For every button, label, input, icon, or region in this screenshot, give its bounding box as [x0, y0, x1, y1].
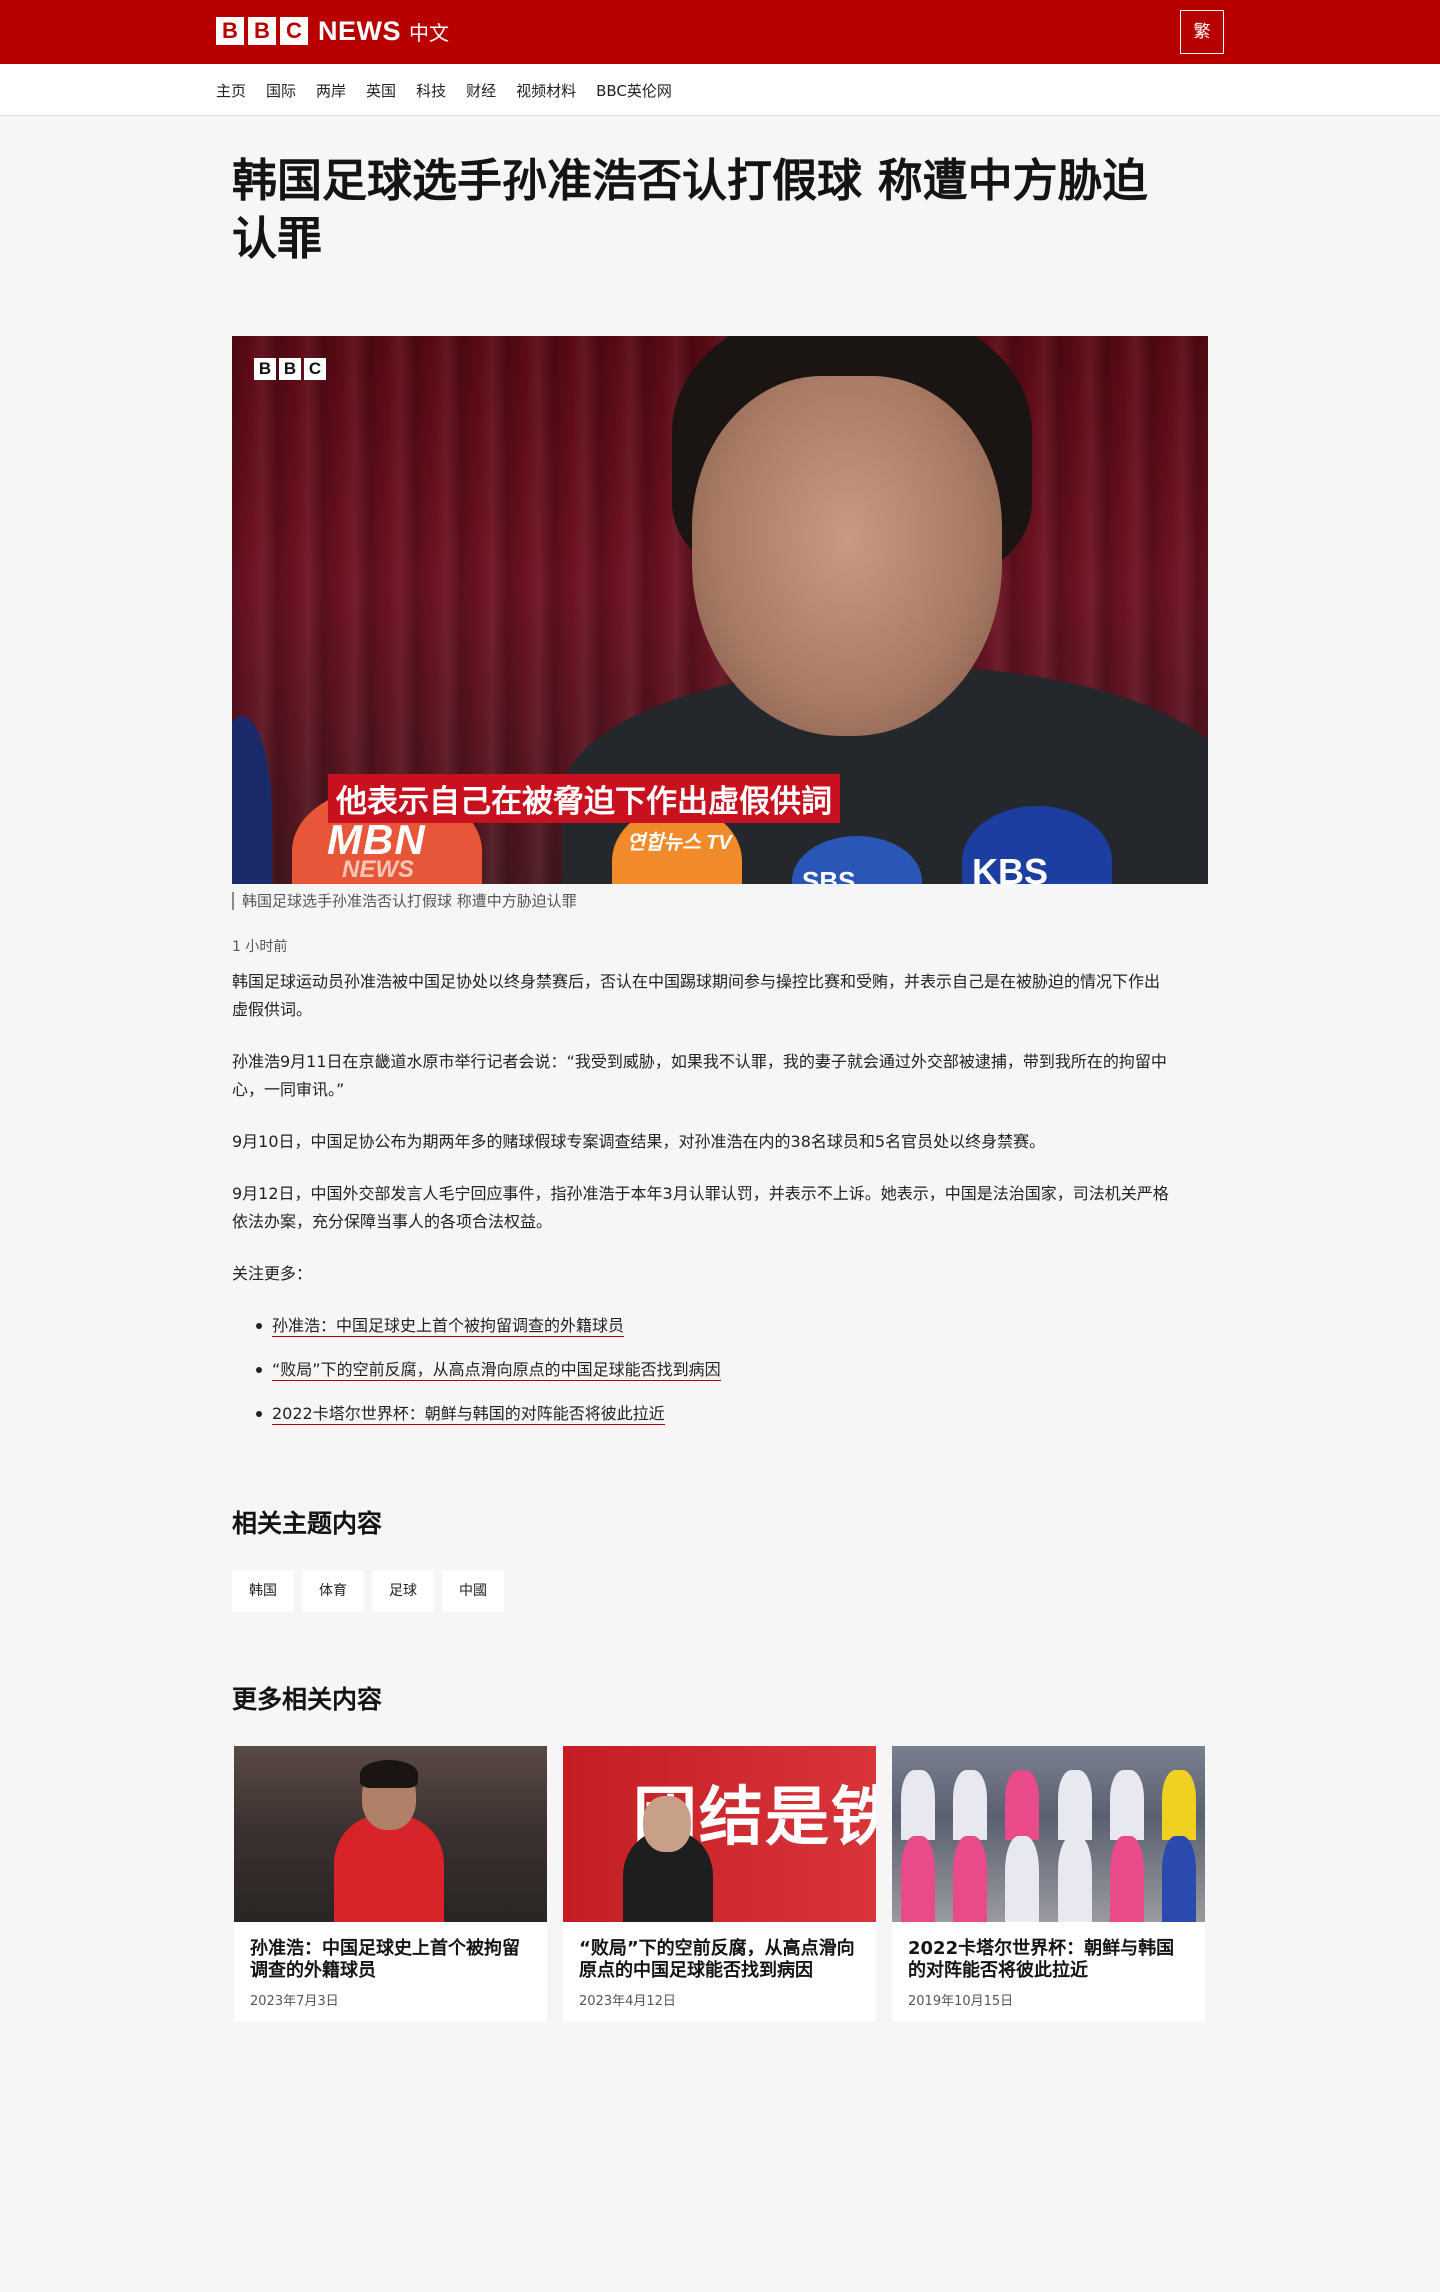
hero-video-still[interactable]: MBN NEWS 연합뉴스 TV SBS KBS B B C 他表示自己在被脅迫…	[232, 336, 1208, 884]
card-thumbnail: 团结是铁	[563, 1746, 876, 1922]
nav-item-cross-strait[interactable]: 两岸	[316, 80, 346, 101]
related-cards: 孙准浩：中国足球史上首个被拘留调查的外籍球员 2023年7月3日 团结是铁 “败…	[234, 1746, 1221, 2022]
follow-more-list: 孙准浩：中国足球史上首个被拘留调查的外籍球员 “败局”下的空前反腐，从高点滑向原…	[256, 1310, 1156, 1442]
section-navigation: 主页 国际 两岸 英国 科技 财经 视频材料 BBC英伦网	[0, 64, 1440, 116]
related-article-link[interactable]: “败局”下的空前反腐，从高点滑向原点的中国足球能否找到病因	[272, 1360, 721, 1381]
player-figure	[1109, 1836, 1144, 1922]
related-card[interactable]: 2022卡塔尔世界杯：朝鲜与韩国的对阵能否将彼此拉近 2019年10月15日	[892, 1746, 1205, 2022]
card-thumbnail	[892, 1746, 1205, 1922]
logo-news-text: NEWS	[318, 15, 401, 46]
article-timestamp: 1 小时前	[232, 939, 288, 955]
related-card[interactable]: 孙准浩：中国足球史上首个被拘留调查的外籍球员 2023年7月3日	[234, 1746, 547, 2022]
article-headline: 韩国足球选手孙准浩否认打假球 称遭中方胁迫认罪	[232, 154, 1148, 265]
article-paragraph: 9月12日，中国外交部发言人毛宁回应事件，指孙准浩于本年3月认罪认罚，并表示不上…	[232, 1184, 1169, 1231]
player-figure	[1005, 1770, 1040, 1840]
player-figure	[1057, 1770, 1092, 1840]
related-article-link[interactable]: 2022卡塔尔世界杯：朝鲜与韩国的对阵能否将彼此拉近	[272, 1404, 665, 1425]
card-title[interactable]: 2022卡塔尔世界杯：朝鲜与韩国的对阵能否将彼此拉近	[908, 1938, 1192, 1982]
logo-letter: B	[216, 17, 244, 45]
player-figure	[1161, 1770, 1196, 1840]
topic-tag-china[interactable]: 中國	[442, 1570, 504, 1612]
coach-head	[643, 1796, 691, 1852]
image-caption: 韩国足球选手孙准浩否认打假球 称遭中方胁迫认罪	[232, 892, 577, 910]
article-paragraph: 孙准浩9月11日在京畿道水原市举行记者会说：“我受到威胁，如果我不认罪，我的妻子…	[232, 1052, 1167, 1099]
player-figure	[1005, 1836, 1040, 1922]
nav-item-video[interactable]: 视频材料	[516, 80, 576, 101]
nav-list: 主页 国际 两岸 英国 科技 财经 视频材料 BBC英伦网	[216, 64, 692, 116]
player-jersey	[334, 1816, 444, 1922]
player-figure	[1109, 1770, 1144, 1840]
watermark-letter: B	[279, 358, 301, 380]
topic-tag-football[interactable]: 足球	[372, 1570, 434, 1612]
mic-label-kbs: KBS	[972, 851, 1049, 884]
video-subtitle-overlay: 他表示自己在被脅迫下作出虛假供詞	[328, 774, 840, 823]
list-item: “败局”下的空前反腐，从高点滑向原点的中国足球能否找到病因	[256, 1354, 1156, 1398]
card-date: 2023年4月12日	[579, 1994, 676, 2009]
card-thumbnail	[234, 1746, 547, 1922]
nav-item-business[interactable]: 财经	[466, 80, 496, 101]
player-figure	[901, 1770, 936, 1840]
watermark-letter: B	[254, 358, 276, 380]
mic-label-mbn-sub: NEWS	[342, 856, 414, 883]
person-face	[692, 376, 1002, 736]
traditional-chinese-toggle-button[interactable]: 繁	[1180, 10, 1224, 54]
bbc-watermark: B B C	[254, 358, 329, 380]
nav-item-technology[interactable]: 科技	[416, 80, 446, 101]
article-paragraph: 韩国足球运动员孙准浩被中国足协处以终身禁赛后，否认在中国踢球期间参与操控比赛和受…	[232, 972, 1161, 1019]
mic-label-sbs: SBS	[802, 866, 856, 884]
topic-tags: 韩国 体育 足球 中國	[232, 1570, 512, 1612]
team-front-row	[892, 1836, 1205, 1922]
player-figure	[1057, 1836, 1092, 1922]
player-figure	[953, 1770, 988, 1840]
watermark-letter: C	[304, 358, 326, 380]
bbc-news-chinese-logo[interactable]: B B C NEWS 中文	[216, 16, 449, 46]
mic-label-yonhap: 연합뉴스 TV	[627, 832, 732, 854]
topic-tag-sports[interactable]: 体育	[302, 1570, 364, 1612]
player-hair	[360, 1760, 418, 1788]
related-article-link[interactable]: 孙准浩：中国足球史上首个被拘留调查的外籍球员	[272, 1316, 625, 1337]
topic-tag-korea[interactable]: 韩国	[232, 1570, 294, 1612]
player-figure	[953, 1836, 988, 1922]
player-figure	[901, 1836, 936, 1922]
article-paragraph: 9月10日，中国足协公布为期两年多的赌球假球专案调查结果，对孙准浩在内的38名球…	[232, 1132, 1046, 1151]
follow-more-label: 关注更多：	[232, 1264, 313, 1283]
nav-item-uk[interactable]: 英国	[366, 80, 396, 101]
player-figure	[1161, 1836, 1196, 1922]
masthead: B B C NEWS 中文 繁	[0, 0, 1440, 64]
related-topics-title: 相关主题内容	[232, 1509, 383, 1538]
card-date: 2023年7月3日	[250, 1994, 339, 2009]
related-card[interactable]: 团结是铁 “败局”下的空前反腐，从高点滑向原点的中国足球能否找到病因 2023年…	[563, 1746, 876, 2022]
nav-item-international[interactable]: 国际	[266, 80, 296, 101]
card-date: 2019年10月15日	[908, 1994, 1014, 2009]
nav-item-home[interactable]: 主页	[216, 80, 246, 101]
more-related-title: 更多相关内容	[232, 1685, 383, 1714]
list-item: 孙准浩：中国足球史上首个被拘留调查的外籍球员	[256, 1310, 1156, 1354]
team-back-row	[892, 1770, 1205, 1840]
list-item: 2022卡塔尔世界杯：朝鲜与韩国的对阵能否将彼此拉近	[256, 1398, 1156, 1442]
logo-letter: C	[280, 17, 308, 45]
card-title[interactable]: “败局”下的空前反腐，从高点滑向原点的中国足球能否找到病因	[579, 1938, 863, 1982]
logo-letter: B	[248, 17, 276, 45]
nav-item-bbc-british[interactable]: BBC英伦网	[596, 80, 672, 101]
card-title[interactable]: 孙准浩：中国足球史上首个被拘留调查的外籍球员	[250, 1938, 534, 1982]
logo-language-text: 中文	[409, 20, 449, 45]
